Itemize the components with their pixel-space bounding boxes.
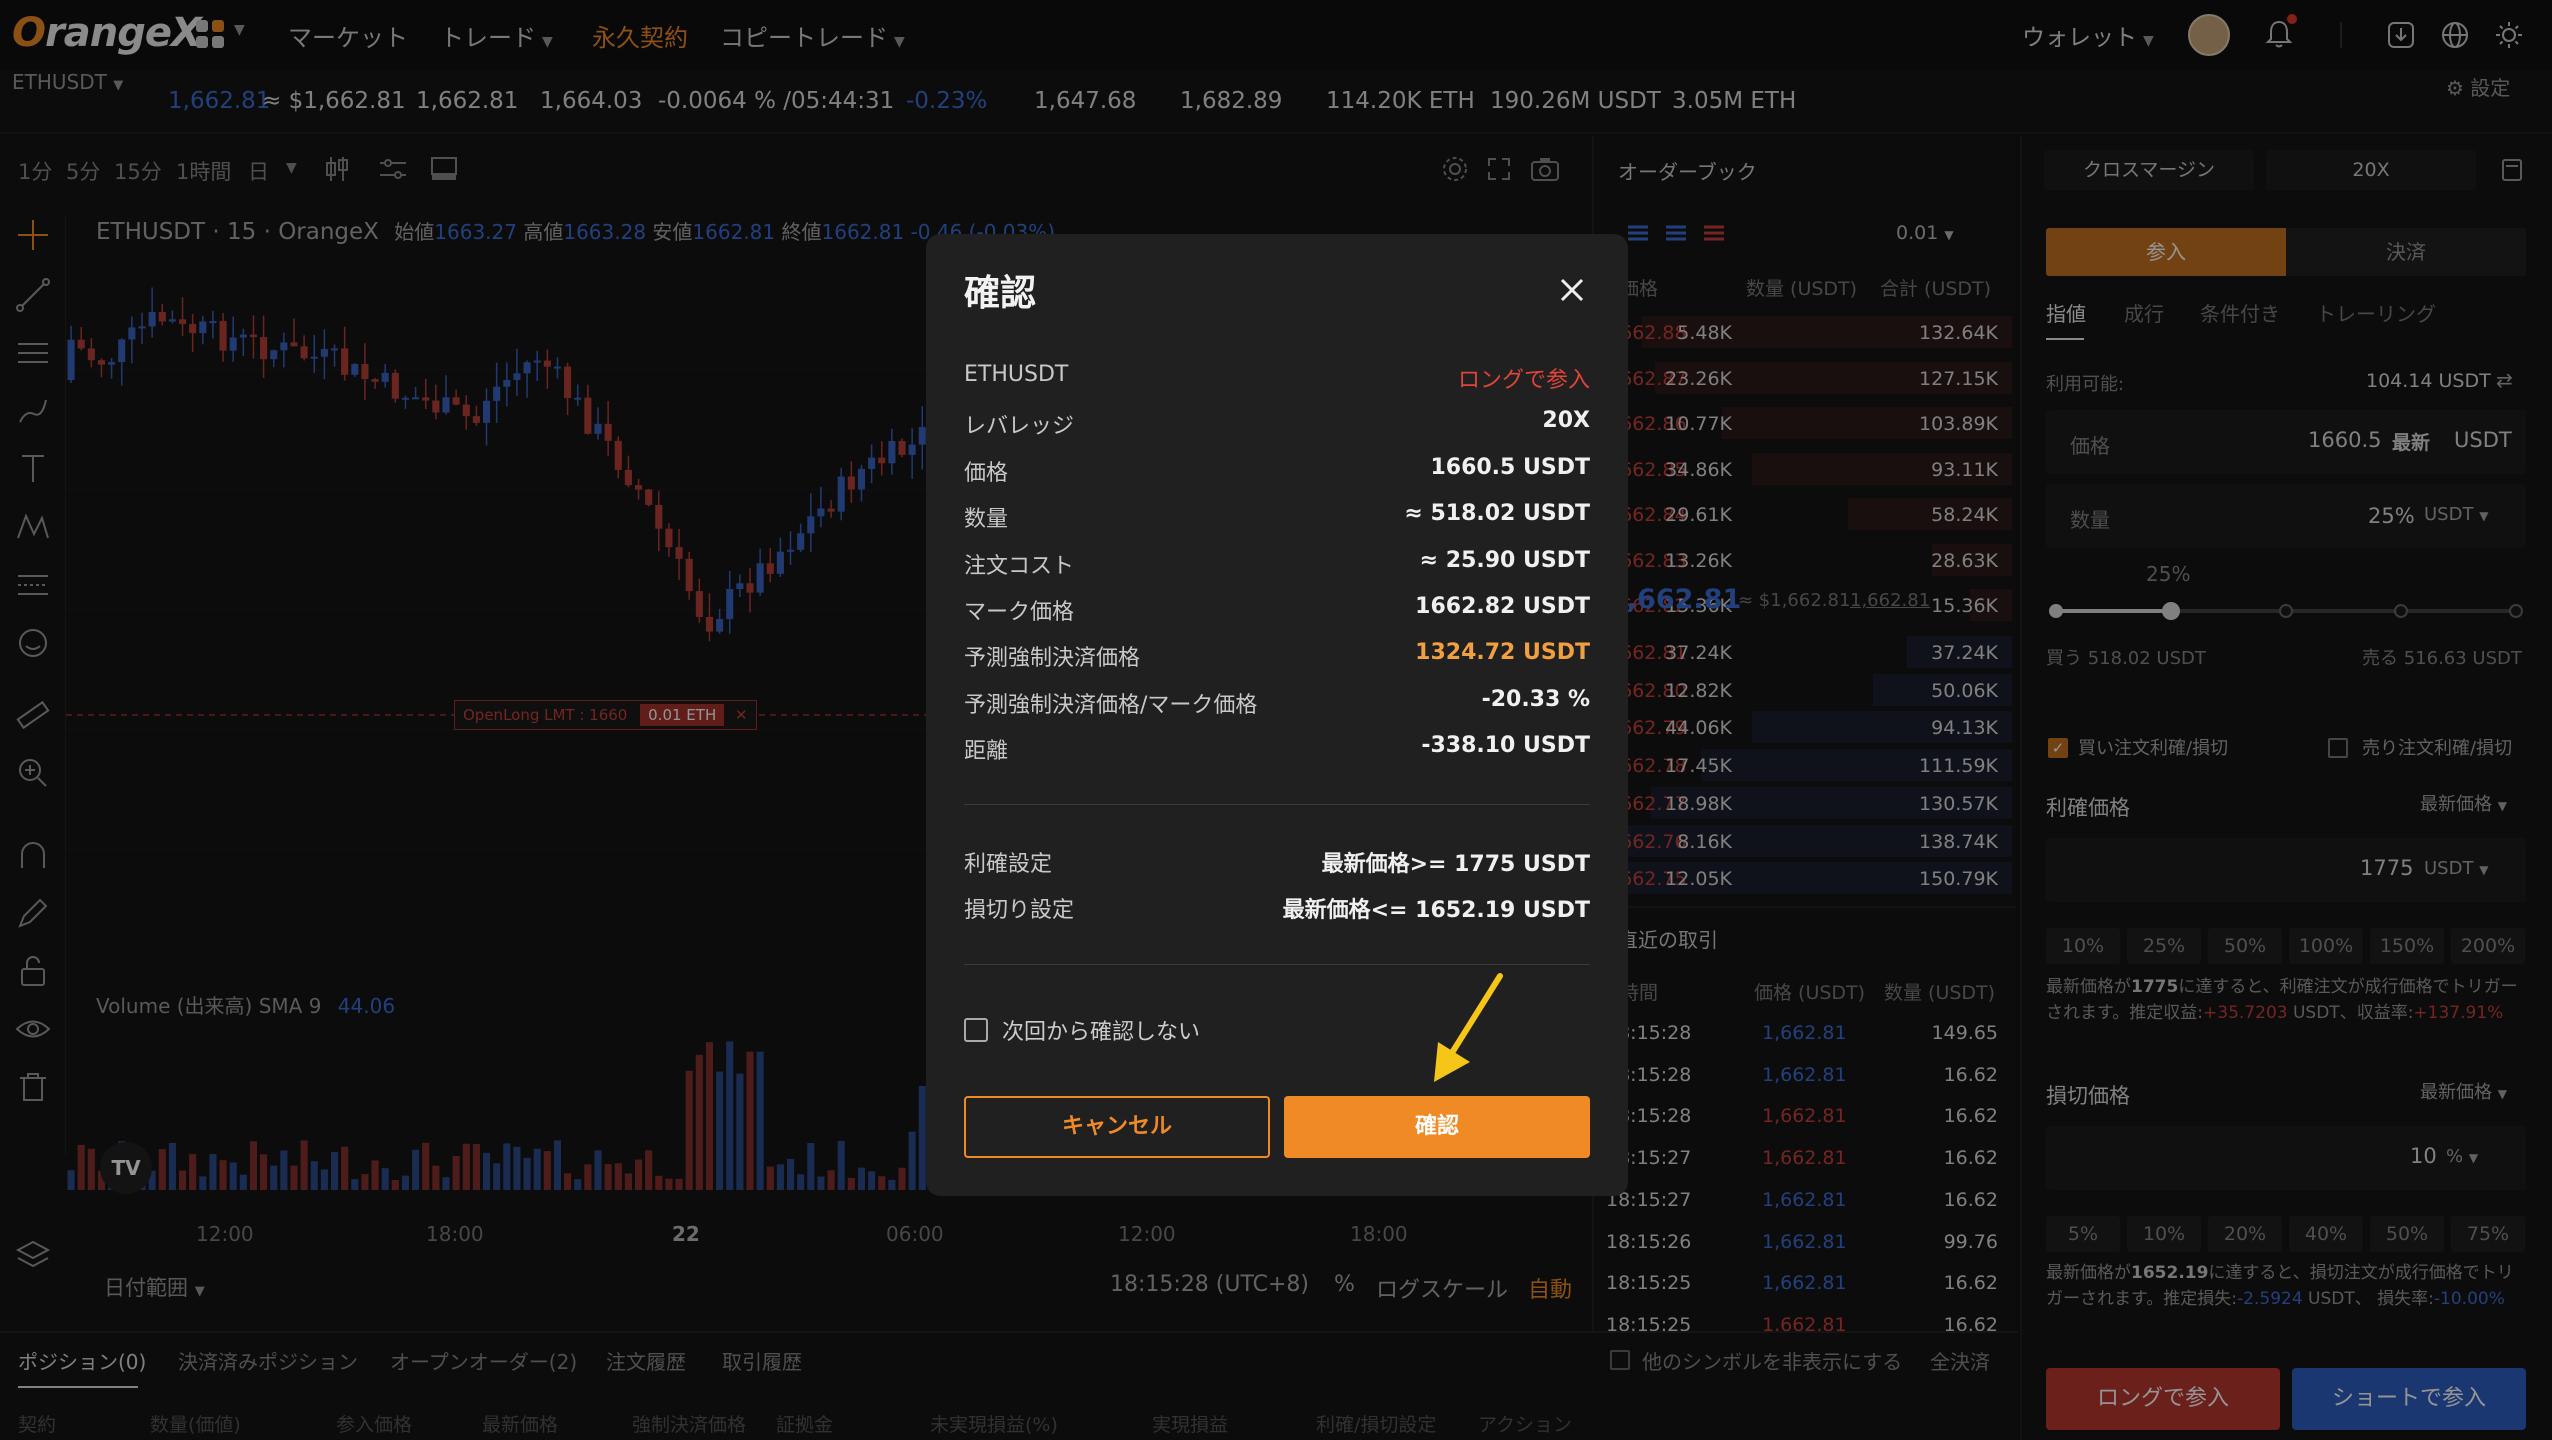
dialog-summary-row: 数量 ≈ 518.02 USDT bbox=[964, 501, 1590, 535]
dialog-row-key: レバレッジ bbox=[964, 414, 1075, 440]
dialog-tp-key: 利確設定 bbox=[964, 852, 1053, 877]
dialog-sl-key: 損切り設定 bbox=[964, 898, 1075, 923]
divider bbox=[964, 804, 1590, 805]
dialog-row-key: マーク価格 bbox=[964, 600, 1075, 625]
dialog-sl-value: 最新価格<= 1652.19 USDT bbox=[1282, 898, 1590, 923]
dialog-summary-row: 価格 1660.5 USDT bbox=[964, 455, 1590, 489]
dialog-row-value: 1660.5 USDT bbox=[1430, 454, 1590, 480]
dont-ask-label: 次回から確認しない bbox=[1002, 1020, 1201, 1045]
dialog-row-value: 1324.72 USDT bbox=[1415, 640, 1590, 666]
dialog-row-value: -338.10 USDT bbox=[1421, 733, 1590, 759]
dialog-row-value: ≈ 25.90 USDT bbox=[1419, 547, 1590, 573]
dialog-summary-row: 予測強制決済価格/マーク価格 -20.33 % bbox=[964, 687, 1590, 721]
close-icon[interactable] bbox=[1556, 274, 1588, 306]
divider bbox=[964, 964, 1590, 965]
dialog-row-value: 20X bbox=[1542, 408, 1590, 434]
dialog-row-key: 数量 bbox=[964, 507, 1009, 533]
dialog-summary-row: 予測強制決済価格 1324.72 USDT bbox=[964, 640, 1590, 674]
dialog-row-key: 注文コスト bbox=[964, 553, 1075, 579]
dialog-summary-row: 注文コスト ≈ 25.90 USDT bbox=[964, 548, 1590, 582]
dialog-row-value: ロングで参入 bbox=[1457, 368, 1590, 393]
dialog-sl-row: 損切り設定 最新価格<= 1652.19 USDT bbox=[964, 892, 1590, 926]
dialog-row-key: 価格 bbox=[964, 460, 1009, 486]
dialog-summary-row: 距離 -338.10 USDT bbox=[964, 733, 1590, 767]
dialog-row-value: ≈ 518.02 USDT bbox=[1404, 501, 1590, 527]
dialog-row-value: -20.33 % bbox=[1481, 686, 1590, 712]
confirm-dialog: 確認 ETHUSDT ロングで参入レバレッジ 20X 価格 1660.5 USDT 数量 ≈… bbox=[926, 234, 1628, 1196]
confirm-button[interactable]: 確認 bbox=[1284, 1096, 1590, 1158]
dialog-row-key: 予測強制決済価格 bbox=[964, 646, 1141, 672]
dialog-summary-row: マーク価格 1662.82 USDT bbox=[964, 594, 1590, 628]
cancel-button[interactable]: キャンセル bbox=[964, 1096, 1270, 1158]
pointer-arrow-icon bbox=[1434, 973, 1503, 1082]
dialog-row-key: ETHUSDT bbox=[964, 362, 1069, 387]
dialog-summary-row: ETHUSDT ロングで参入 bbox=[964, 362, 1590, 396]
dialog-row-key: 距離 bbox=[964, 739, 1009, 765]
dont-ask-checkbox[interactable] bbox=[964, 1018, 988, 1042]
dialog-row-key: 予測強制決済価格/マーク価格 bbox=[964, 692, 1258, 718]
dialog-title: 確認 bbox=[964, 273, 1037, 314]
dialog-tp-row: 利確設定 最新価格>= 1775 USDT bbox=[964, 846, 1590, 880]
dialog-tp-value: 最新価格>= 1775 USDT bbox=[1321, 852, 1590, 877]
dialog-summary-row: レバレッジ 20X bbox=[964, 408, 1590, 442]
dialog-row-value: 1662.82 USDT bbox=[1415, 594, 1590, 619]
